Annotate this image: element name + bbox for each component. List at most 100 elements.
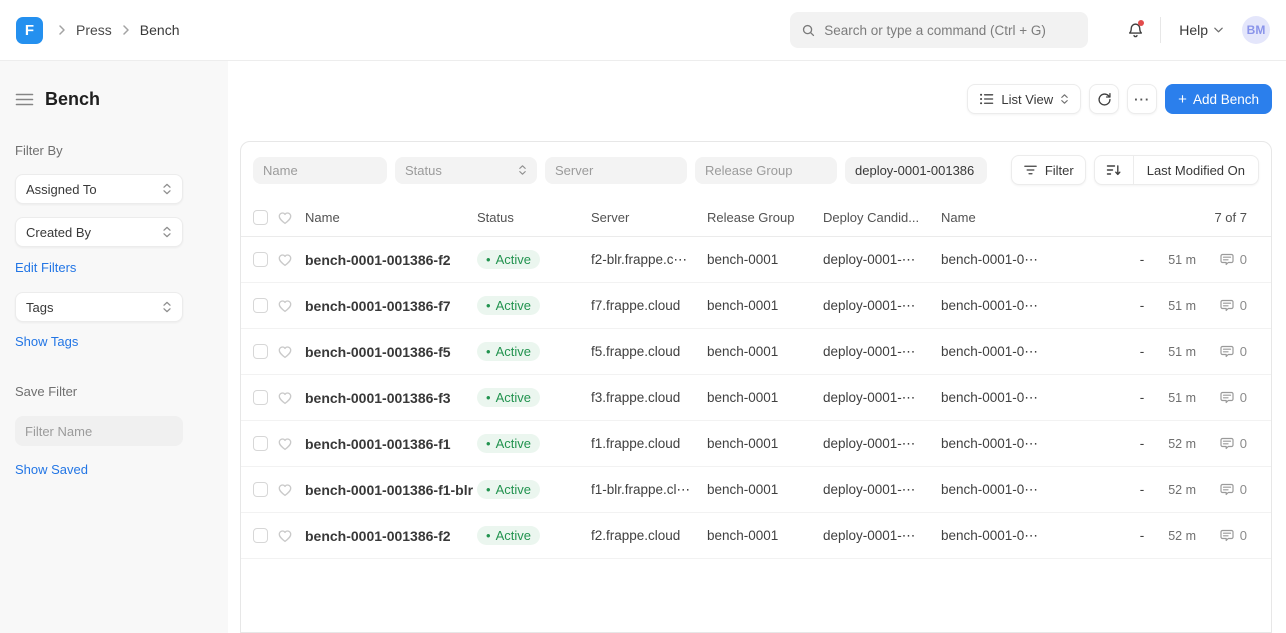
global-search-input[interactable]: Search or type a command (Ctrl + G)	[790, 12, 1088, 48]
table-row[interactable]: bench-0001-001386-f1-blr •Active f1-blr.…	[241, 467, 1271, 513]
status-dot: •	[486, 437, 491, 450]
table-row[interactable]: bench-0001-001386-f7 •Active f7.frappe.c…	[241, 283, 1271, 329]
tags-select[interactable]: Tags	[15, 292, 183, 322]
chevron-down-icon	[1213, 26, 1224, 34]
breadcrumb-item-bench[interactable]: Bench	[140, 22, 180, 38]
table-row[interactable]: bench-0001-001386-f2 •Active f2-blr.frap…	[241, 237, 1271, 283]
comment-count: 0	[1240, 252, 1247, 267]
deploy-candidate-filter-input[interactable]: deploy-0001-001386	[845, 157, 987, 184]
modified-cell: 52 m	[1162, 529, 1196, 543]
bench-name: bench-0001-001386-f3	[305, 390, 477, 406]
empty-value-cell: -	[1122, 436, 1162, 451]
notifications-button[interactable]	[1124, 19, 1146, 41]
favorite-heart-icon[interactable]	[277, 344, 305, 359]
assigned-to-label: Assigned To	[26, 182, 97, 197]
release-group-cell: bench-0001	[707, 252, 823, 267]
favorite-heart-icon[interactable]	[277, 298, 305, 313]
more-options-button[interactable]: ···	[1127, 84, 1157, 114]
empty-value-cell: -	[1122, 344, 1162, 359]
ellipsis-icon: ···	[1134, 92, 1150, 107]
filter-name-input[interactable]	[15, 416, 183, 446]
bench-list-card: Name Status Server Release Group deploy-…	[240, 141, 1272, 633]
deploy-candidate-cell: deploy-0001-⋯	[823, 390, 941, 406]
favorite-heart-icon[interactable]	[277, 436, 305, 451]
comments-cell: 0	[1196, 482, 1259, 497]
release-group-filter-input[interactable]: Release Group	[695, 157, 837, 184]
release-group-cell: bench-0001	[707, 390, 823, 405]
assigned-to-select[interactable]: Assigned To	[15, 174, 183, 204]
topbar-divider	[1160, 17, 1161, 43]
created-by-select[interactable]: Created By	[15, 217, 183, 247]
deploy-candidate-cell: deploy-0001-⋯	[823, 252, 941, 268]
row-checkbox[interactable]	[253, 252, 268, 267]
comment-icon	[1219, 390, 1235, 405]
list-view-icon	[979, 92, 994, 106]
view-selector-label: List View	[1001, 92, 1053, 107]
heart-icon	[277, 210, 305, 225]
status-filter-select[interactable]: Status	[395, 157, 537, 184]
empty-value-cell: -	[1122, 298, 1162, 313]
comments-cell: 0	[1196, 344, 1259, 359]
view-selector-button[interactable]: List View	[967, 84, 1081, 114]
status-dot: •	[486, 391, 491, 404]
modified-cell: 51 m	[1162, 391, 1196, 405]
bench-title-cell: bench-0001-0⋯	[941, 298, 1051, 314]
bench-title-cell: bench-0001-0⋯	[941, 528, 1051, 544]
header-server: Server	[591, 210, 707, 225]
comment-count: 0	[1240, 528, 1247, 543]
refresh-button[interactable]	[1089, 84, 1119, 114]
favorite-heart-icon[interactable]	[277, 252, 305, 267]
favorite-heart-icon[interactable]	[277, 482, 305, 497]
tags-label: Tags	[26, 300, 53, 315]
deploy-candidate-cell: deploy-0001-⋯	[823, 528, 941, 544]
server-cell: f5.frappe.cloud	[591, 344, 707, 359]
modified-cell: 51 m	[1162, 299, 1196, 313]
frappe-logo-icon[interactable]: F	[16, 17, 43, 44]
comment-count: 0	[1240, 436, 1247, 451]
plus-icon: +	[1178, 92, 1187, 107]
select-all-checkbox[interactable]	[253, 210, 268, 225]
row-checkbox[interactable]	[253, 344, 268, 359]
comments-cell: 0	[1196, 252, 1259, 267]
row-checkbox[interactable]	[253, 390, 268, 405]
bench-title-cell: bench-0001-0⋯	[941, 390, 1051, 406]
server-filter-input[interactable]: Server	[545, 157, 687, 184]
status-dot: •	[486, 253, 491, 266]
breadcrumb-item-press[interactable]: Press	[76, 22, 112, 38]
row-checkbox[interactable]	[253, 436, 268, 451]
sort-field-button[interactable]: Last Modified On	[1134, 156, 1258, 184]
comments-cell: 0	[1196, 528, 1259, 543]
release-group-cell: bench-0001	[707, 528, 823, 543]
comment-count: 0	[1240, 482, 1247, 497]
status-badge: •Active	[477, 434, 540, 453]
favorite-heart-icon[interactable]	[277, 528, 305, 543]
row-checkbox[interactable]	[253, 482, 268, 497]
help-menu-button[interactable]: Help	[1175, 22, 1228, 38]
chevron-updown-icon	[162, 226, 172, 238]
add-bench-button[interactable]: + Add Bench	[1165, 84, 1272, 114]
show-saved-link[interactable]: Show Saved	[15, 462, 88, 477]
menu-icon[interactable]	[15, 91, 34, 108]
favorite-heart-icon[interactable]	[277, 390, 305, 405]
edit-filters-link[interactable]: Edit Filters	[15, 260, 76, 275]
server-cell: f3.frappe.cloud	[591, 390, 707, 405]
row-checkbox[interactable]	[253, 298, 268, 313]
name-filter-input[interactable]: Name	[253, 157, 387, 184]
table-row[interactable]: bench-0001-001386-f5 •Active f5.frappe.c…	[241, 329, 1271, 375]
modified-cell: 52 m	[1162, 483, 1196, 497]
show-tags-link[interactable]: Show Tags	[15, 334, 78, 349]
bench-title-cell: bench-0001-0⋯	[941, 436, 1051, 452]
sort-direction-button[interactable]	[1095, 156, 1134, 184]
user-avatar[interactable]: BM	[1242, 16, 1270, 44]
row-checkbox[interactable]	[253, 528, 268, 543]
top-bar: F Press Bench Search or type a command (…	[0, 0, 1286, 61]
sort-control: Last Modified On	[1094, 155, 1259, 185]
table-row[interactable]: bench-0001-001386-f3 •Active f3.frappe.c…	[241, 375, 1271, 421]
refresh-icon	[1097, 92, 1112, 107]
filter-funnel-icon	[1023, 163, 1038, 177]
filter-button[interactable]: Filter	[1011, 155, 1086, 185]
table-row[interactable]: bench-0001-001386-f2 •Active f2.frappe.c…	[241, 513, 1271, 559]
chevron-updown-icon	[162, 183, 172, 195]
table-row[interactable]: bench-0001-001386-f1 •Active f1.frappe.c…	[241, 421, 1271, 467]
server-cell: f7.frappe.cloud	[591, 298, 707, 313]
